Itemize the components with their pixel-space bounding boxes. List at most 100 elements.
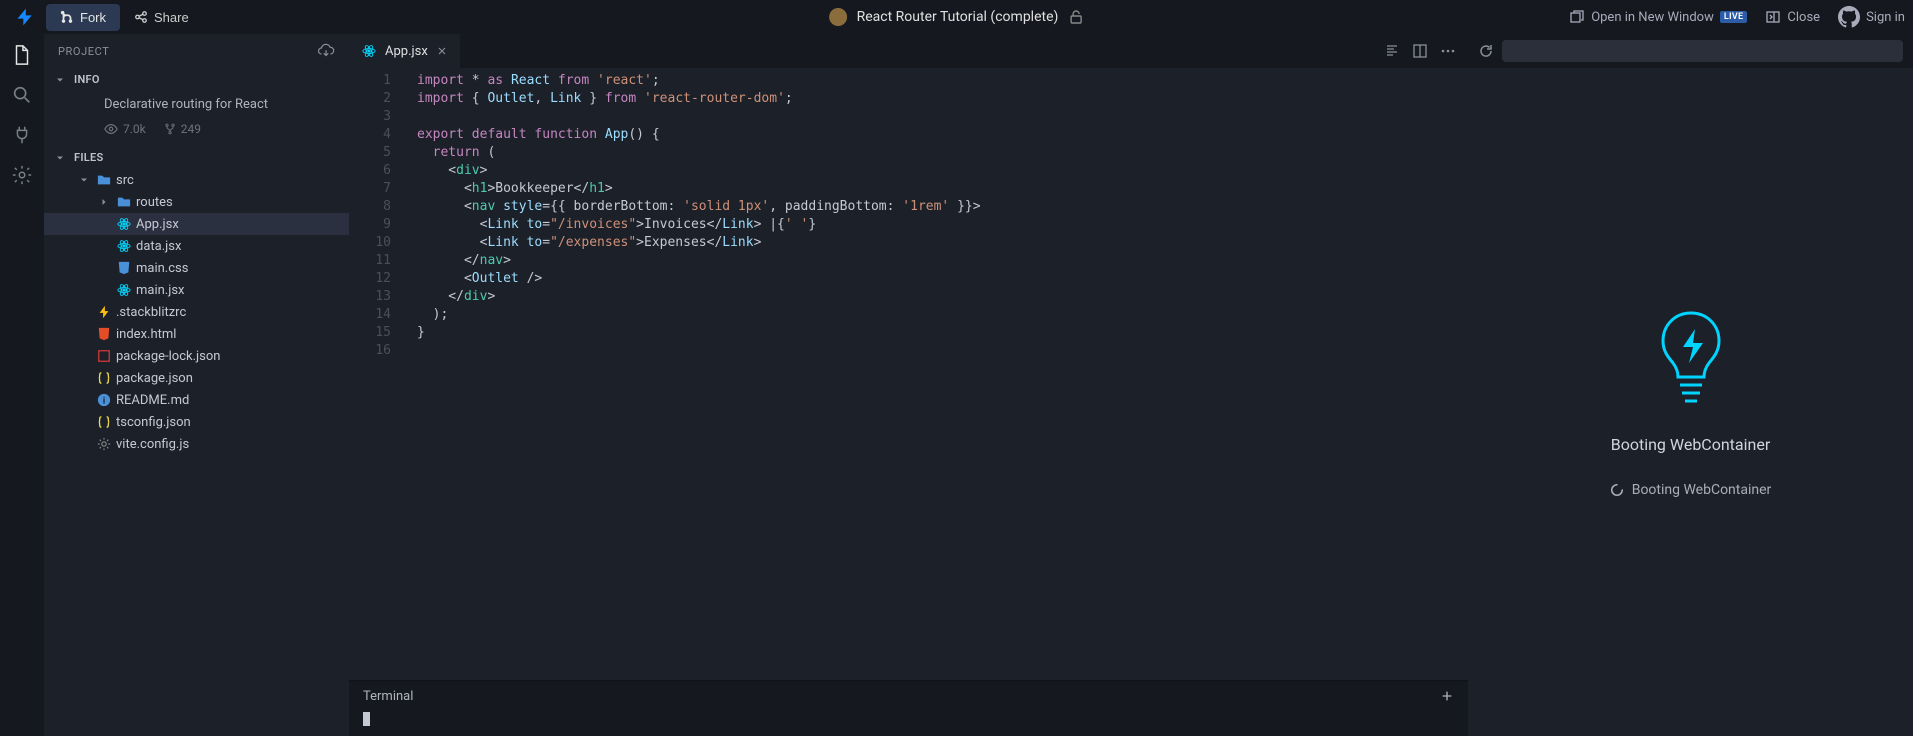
- html-icon: [96, 326, 112, 342]
- file-app-jsx[interactable]: App.jsx: [44, 213, 349, 235]
- more-icon[interactable]: [1440, 43, 1456, 59]
- file-main-jsx[interactable]: main.jsx: [44, 279, 349, 301]
- code-editor[interactable]: 12345678910111213141516 import * as Reac…: [349, 68, 1468, 680]
- folder-icon: [96, 172, 112, 188]
- topbar-center: React Router Tutorial (complete): [829, 8, 1085, 26]
- close-button[interactable]: Close: [1765, 9, 1820, 25]
- add-terminal-icon[interactable]: [1440, 689, 1454, 703]
- open-new-window-label: Open in New Window: [1591, 10, 1714, 25]
- views-count: 7.0k: [123, 122, 146, 136]
- bolt-logo-icon[interactable]: [8, 0, 42, 34]
- file-package-lock[interactable]: package-lock.json: [44, 345, 349, 367]
- project-stats: 7.0k 249: [44, 120, 349, 146]
- react-icon: [116, 216, 132, 232]
- files-label: FILES: [74, 151, 104, 164]
- chevron-down-icon: [54, 74, 68, 86]
- info-section-header[interactable]: INFO: [44, 68, 349, 91]
- json-icon: [96, 414, 112, 430]
- sidebar: PROJECT INFO Declarative routing for Rea…: [44, 34, 349, 736]
- folder-routes[interactable]: routes: [44, 191, 349, 213]
- views-stat: 7.0k: [104, 122, 146, 136]
- forks-stat: 249: [164, 122, 201, 136]
- config-icon: [96, 436, 112, 452]
- boot-status: Booting WebContainer: [1632, 482, 1772, 498]
- file-readme[interactable]: i README.md: [44, 389, 349, 411]
- format-icon[interactable]: [1384, 43, 1400, 59]
- file-label: package-lock.json: [116, 349, 220, 364]
- file-label: package.json: [116, 371, 193, 386]
- lock-icon[interactable]: [1068, 9, 1084, 25]
- file-label: data.jsx: [136, 239, 181, 254]
- topbar-right: Open in New Window LIVE Close Sign in: [1569, 6, 1905, 28]
- eye-icon: [104, 122, 118, 136]
- activity-settings[interactable]: [11, 164, 33, 186]
- react-icon: [116, 282, 132, 298]
- preview-toolbar: [1468, 34, 1913, 68]
- json-icon: [96, 370, 112, 386]
- fork-icon: [60, 10, 74, 24]
- tab-app-jsx[interactable]: App.jsx: [349, 34, 461, 68]
- activity-explorer[interactable]: [11, 44, 33, 66]
- new-window-icon: [1569, 9, 1585, 25]
- activity-ports[interactable]: [11, 124, 33, 146]
- topbar: Fork Share React Router Tutorial (comple…: [0, 0, 1913, 34]
- folder-icon: [116, 194, 132, 210]
- line-numbers: 12345678910111213141516: [349, 68, 409, 680]
- reload-icon[interactable]: [1478, 43, 1494, 59]
- bolt-file-icon: [96, 304, 112, 320]
- share-button[interactable]: Share: [124, 4, 199, 31]
- project-label: PROJECT: [58, 45, 109, 58]
- files-section-header[interactable]: FILES: [44, 146, 349, 169]
- code-content[interactable]: import * as React from 'react';import { …: [409, 68, 1454, 680]
- project-description: Declarative routing for React: [44, 91, 349, 120]
- files-icon: [11, 44, 33, 66]
- react-icon: [116, 238, 132, 254]
- project-title[interactable]: React Router Tutorial (complete): [857, 9, 1059, 25]
- editor-actions: [1372, 34, 1468, 68]
- file-main-css[interactable]: main.css: [44, 257, 349, 279]
- tab-label: App.jsx: [385, 44, 428, 59]
- chevron-right-icon: [98, 196, 112, 208]
- share-label: Share: [154, 10, 189, 25]
- open-new-window-button[interactable]: Open in New Window LIVE: [1569, 9, 1747, 25]
- boot-status-row: Booting WebContainer: [1610, 482, 1772, 498]
- terminal-label[interactable]: Terminal: [363, 689, 413, 704]
- file-package-json[interactable]: package.json: [44, 367, 349, 389]
- main-area: PROJECT INFO Declarative routing for Rea…: [0, 34, 1913, 736]
- editor-tabs: App.jsx: [349, 34, 1468, 68]
- file-vite-config[interactable]: vite.config.js: [44, 433, 349, 455]
- file-label: vite.config.js: [116, 437, 189, 452]
- preview-panel: Booting WebContainer Booting WebContaine…: [1468, 34, 1913, 736]
- file-label: index.html: [116, 327, 176, 342]
- file-index-html[interactable]: index.html: [44, 323, 349, 345]
- terminal-body[interactable]: [349, 711, 1468, 736]
- address-bar[interactable]: [1502, 40, 1903, 62]
- fork-button[interactable]: Fork: [46, 4, 120, 31]
- github-icon: [1838, 6, 1860, 28]
- file-data-jsx[interactable]: data.jsx: [44, 235, 349, 257]
- close-panel-icon: [1765, 9, 1781, 25]
- boot-title: Booting WebContainer: [1611, 435, 1771, 454]
- folder-src[interactable]: src: [44, 169, 349, 191]
- scrollbar[interactable]: [1454, 68, 1468, 680]
- topbar-left: Fork Share: [8, 0, 199, 34]
- file-tree: src routes App.jsx data.jsx main.css: [44, 169, 349, 736]
- file-label: tsconfig.json: [116, 415, 191, 430]
- activity-search[interactable]: [11, 84, 33, 106]
- split-editor-icon[interactable]: [1412, 43, 1428, 59]
- signin-button[interactable]: Sign in: [1838, 6, 1905, 28]
- close-icon[interactable]: [436, 45, 448, 57]
- file-stackblitzrc[interactable]: .stackblitzrc: [44, 301, 349, 323]
- file-tsconfig[interactable]: tsconfig.json: [44, 411, 349, 433]
- fork-label: Fork: [80, 10, 106, 25]
- chevron-down-icon: [78, 174, 92, 186]
- preview-body: Booting WebContainer Booting WebContaine…: [1468, 68, 1913, 736]
- file-label: routes: [136, 195, 173, 210]
- react-icon: [361, 43, 377, 59]
- avatar[interactable]: [829, 8, 847, 26]
- terminal-cursor: [363, 712, 370, 726]
- cloud-download-icon[interactable]: [317, 42, 335, 60]
- chevron-down-icon: [54, 152, 68, 164]
- editor-area: App.jsx 12345678910111213141516 import *…: [349, 34, 1468, 736]
- forks-count: 249: [181, 122, 201, 136]
